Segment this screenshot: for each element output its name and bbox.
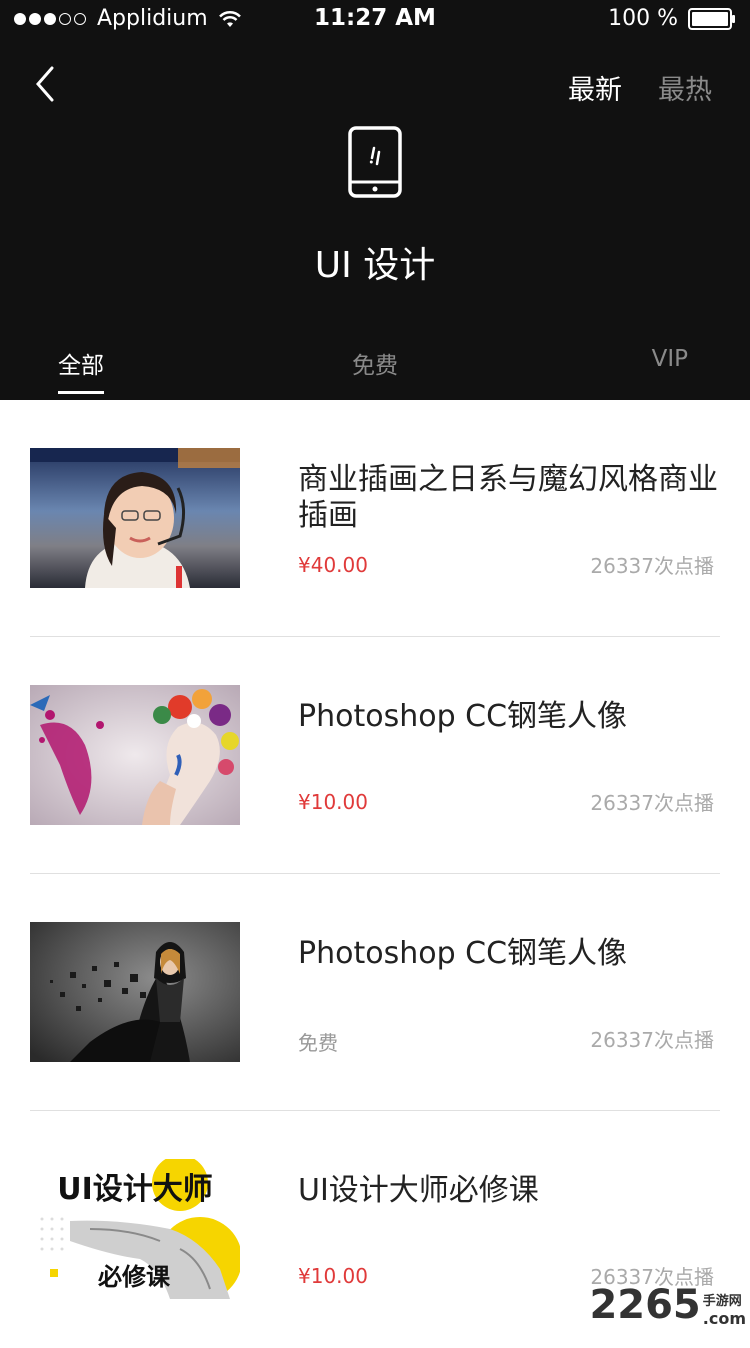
signal-dot-icon — [29, 12, 41, 25]
sort-newest-button[interactable]: 最新 — [568, 68, 622, 107]
tab-all[interactable]: 全部 — [58, 346, 104, 394]
list-item[interactable]: Photoshop CC钢笔人像 免费 26337次点播 — [0, 874, 750, 1111]
sort-hottest-button[interactable]: 最热 — [658, 68, 712, 107]
watermark-cn: 手游网 — [702, 1294, 742, 1309]
signal-dot-icon — [14, 12, 26, 25]
back-button[interactable] — [30, 64, 66, 104]
tablet-icon — [348, 126, 402, 198]
tab-free-row: 免费 — [0, 346, 750, 380]
course-thumbnail: UI设计大师 必修课 — [30, 1159, 240, 1299]
course-play-count: 26337次点播 — [590, 1028, 714, 1052]
header: Applidium 11:27 AM 100 % 最新 最热 UI 设计 全部 … — [0, 0, 750, 400]
wifi-icon — [218, 10, 241, 27]
signal-dot-icon — [59, 12, 71, 25]
flower-portrait-photo — [30, 685, 240, 825]
category-title: UI 设计 — [314, 245, 436, 286]
course-thumbnail — [30, 448, 240, 588]
course-title: Photoshop CC钢笔人像 — [298, 699, 628, 734]
course-thumbnail — [30, 685, 240, 825]
status-bar: Applidium 11:27 AM 100 % — [0, 0, 750, 40]
signal-carrier: Applidium — [14, 6, 242, 31]
tab-free[interactable]: 免费 — [352, 353, 398, 379]
watermark-number: 2265 — [589, 1282, 701, 1328]
course-title: UI设计大师必修课 — [298, 1173, 539, 1208]
course-title: 商业插画之日系与魔幻风格商业插画 — [298, 462, 718, 533]
headset-presenter-photo — [30, 448, 240, 588]
battery-icon — [688, 7, 735, 30]
course-price: ¥40.00 — [298, 553, 368, 577]
course-price: 免费 — [298, 1031, 338, 1055]
site-watermark: 2265 手游网 .com — [589, 1282, 746, 1328]
watermark-side: 手游网 .com — [703, 1290, 746, 1328]
course-price: ¥10.00 — [298, 790, 368, 814]
ui-master-poster: UI设计大师 必修课 — [30, 1159, 240, 1299]
course-title: Photoshop CC钢笔人像 — [298, 936, 628, 971]
tab-vip[interactable]: VIP — [652, 346, 688, 372]
chevron-left-icon — [36, 66, 54, 102]
list-item[interactable]: 商业插画之日系与魔幻风格商业插画 ¥40.00 26337次点播 — [0, 400, 750, 637]
dispersion-portrait-photo — [30, 922, 240, 1062]
poster-subtitle-text: 必修课 — [98, 1263, 171, 1291]
course-play-count: 26337次点播 — [590, 554, 714, 578]
signal-dot-icon — [74, 12, 86, 25]
battery-status: 100 % — [608, 6, 736, 31]
poster-title-text: UI设计大师 — [57, 1172, 213, 1207]
course-play-count: 26337次点播 — [590, 791, 714, 815]
watermark-com: .com — [702, 1309, 746, 1328]
course-thumbnail — [30, 922, 240, 1062]
battery-percent: 100 % — [608, 6, 678, 31]
course-price: ¥10.00 — [298, 1264, 368, 1288]
carrier-name: Applidium — [97, 6, 208, 31]
signal-dot-icon — [44, 12, 56, 25]
list-item[interactable]: Photoshop CC钢笔人像 ¥10.00 26337次点播 — [0, 637, 750, 874]
